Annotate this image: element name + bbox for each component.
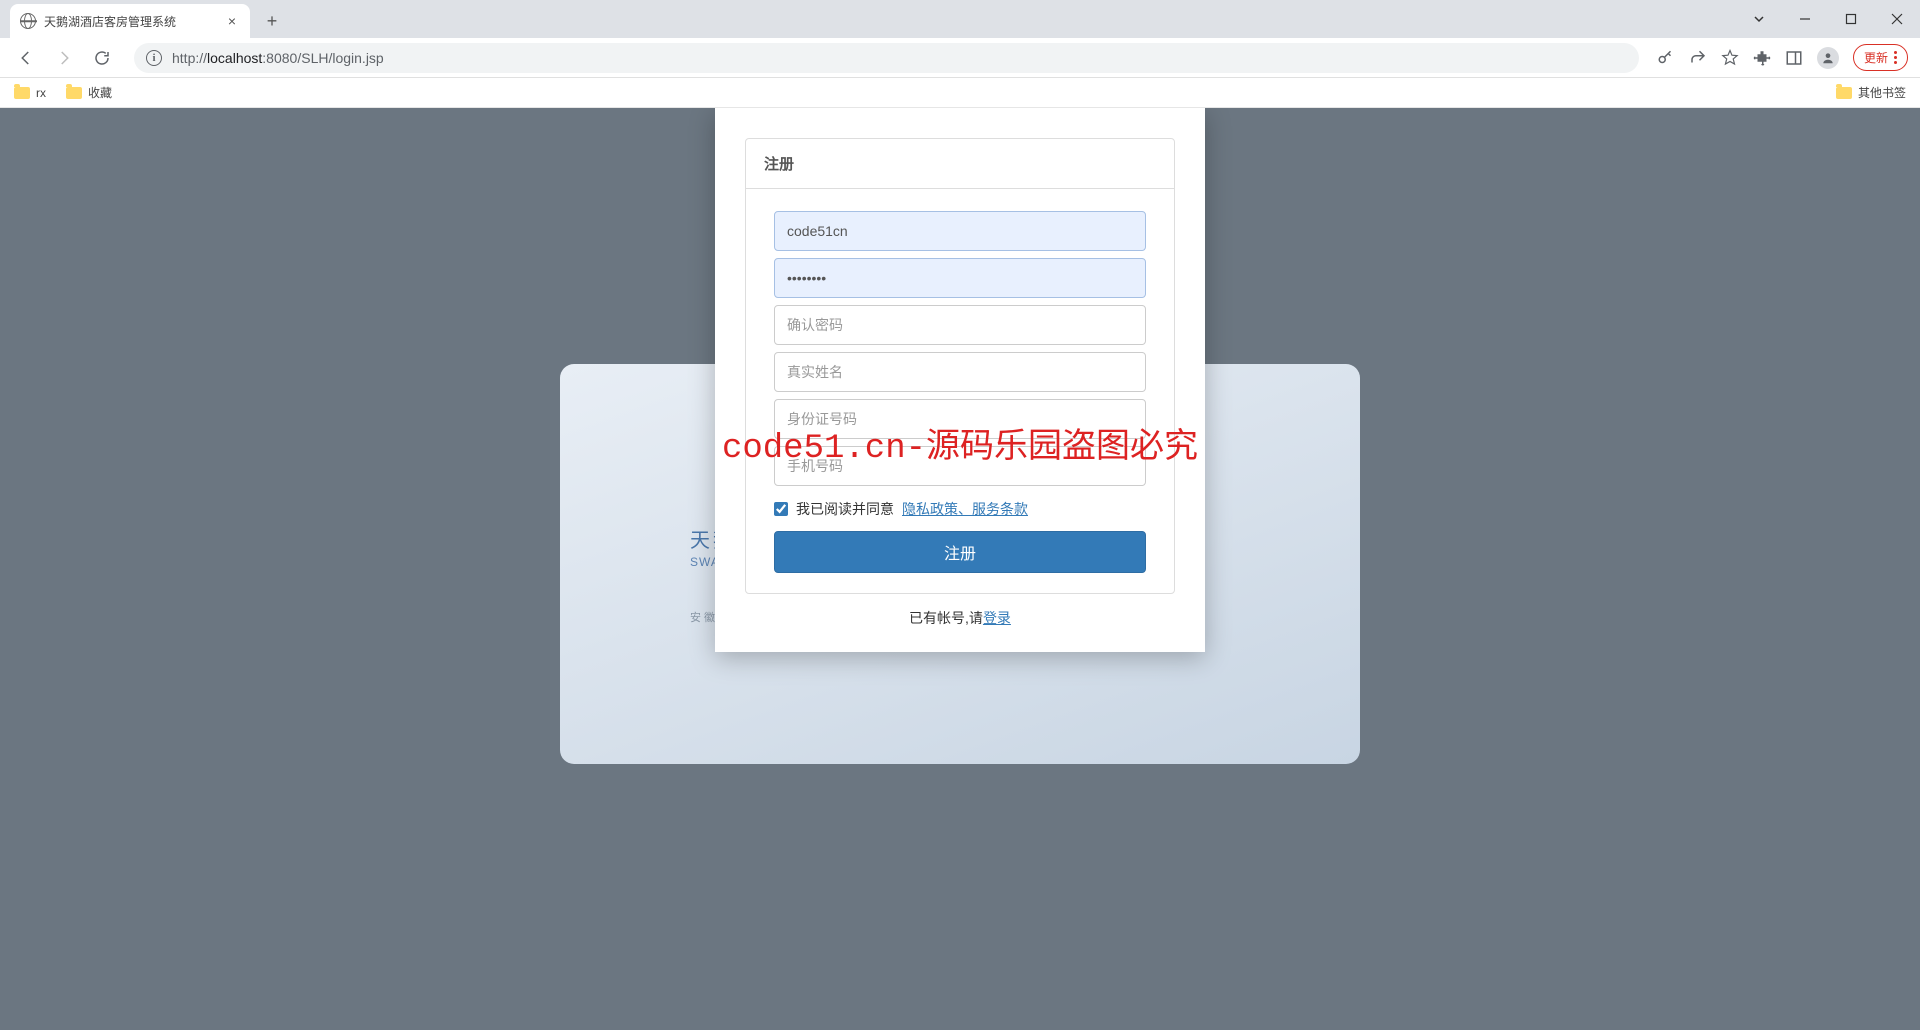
dropdown-icon[interactable]	[1736, 0, 1782, 38]
bookmarks-bar: rx 收藏 其他书签	[0, 78, 1920, 108]
register-panel: 注册 我已阅读并同意 隐私政策、服务条款 注册	[745, 138, 1175, 594]
realname-input[interactable]	[774, 352, 1146, 392]
profile-icon[interactable]	[1817, 47, 1839, 69]
tab-strip: 天鹅湖酒店客房管理系统 × +	[0, 0, 1920, 38]
extensions-icon[interactable]	[1753, 49, 1771, 67]
folder-icon	[14, 87, 30, 99]
agree-checkbox[interactable]	[774, 502, 788, 516]
forward-button[interactable]	[50, 44, 78, 72]
username-input[interactable]	[774, 211, 1146, 251]
page-viewport: 天鹅 SWAN 安 徽 注册 我已阅读并同意 隐私政策、服务条款 注册	[0, 108, 1920, 1030]
bookmark-label: rx	[36, 86, 46, 100]
register-modal: 注册 我已阅读并同意 隐私政策、服务条款 注册 已有帐号,请登录	[715, 108, 1205, 652]
info-icon[interactable]: i	[146, 50, 162, 66]
browser-tab[interactable]: 天鹅湖酒店客房管理系统 ×	[10, 4, 250, 38]
tab-title: 天鹅湖酒店客房管理系统	[44, 13, 216, 30]
minimize-button[interactable]	[1782, 0, 1828, 38]
menu-dots-icon	[1894, 51, 1897, 64]
bookmark-rx[interactable]: rx	[14, 86, 46, 100]
password-input[interactable]	[774, 258, 1146, 298]
phone-input[interactable]	[774, 446, 1146, 486]
folder-icon	[1836, 87, 1852, 99]
toolbar-right: 更新	[1657, 44, 1908, 71]
update-button[interactable]: 更新	[1853, 44, 1908, 71]
panel-body: 我已阅读并同意 隐私政策、服务条款 注册	[746, 189, 1174, 593]
maximize-button[interactable]	[1828, 0, 1874, 38]
other-bookmarks-label: 其他书签	[1858, 84, 1906, 101]
agree-text: 我已阅读并同意	[796, 499, 894, 519]
update-label: 更新	[1864, 49, 1888, 66]
browser-chrome: 天鹅湖酒店客房管理系统 × + i http://localhost:8080/…	[0, 0, 1920, 108]
login-prompt-prefix: 已有帐号,请	[909, 610, 983, 626]
toolbar: i http://localhost:8080/SLH/login.jsp 更新	[0, 38, 1920, 78]
star-icon[interactable]	[1721, 49, 1739, 67]
bookmark-label: 收藏	[88, 84, 112, 101]
window-controls	[1736, 0, 1920, 38]
sidepanel-icon[interactable]	[1785, 49, 1803, 67]
address-bar[interactable]: i http://localhost:8080/SLH/login.jsp	[134, 43, 1639, 73]
url-text: http://localhost:8080/SLH/login.jsp	[172, 50, 384, 66]
other-bookmarks[interactable]: 其他书签	[1836, 84, 1906, 101]
agree-row: 我已阅读并同意 隐私政策、服务条款	[774, 493, 1146, 531]
bookmark-favorites[interactable]: 收藏	[66, 84, 112, 101]
register-button[interactable]: 注册	[774, 531, 1146, 573]
confirm-password-input[interactable]	[774, 305, 1146, 345]
key-icon[interactable]	[1657, 49, 1675, 67]
close-icon[interactable]: ×	[224, 13, 240, 29]
close-window-button[interactable]	[1874, 0, 1920, 38]
panel-header: 注册	[746, 139, 1174, 189]
idcard-input[interactable]	[774, 399, 1146, 439]
globe-icon	[20, 13, 36, 29]
new-tab-button[interactable]: +	[258, 7, 286, 35]
terms-link[interactable]: 隐私政策、服务条款	[902, 499, 1028, 519]
back-button[interactable]	[12, 44, 40, 72]
folder-icon	[66, 87, 82, 99]
share-icon[interactable]	[1689, 49, 1707, 67]
reload-button[interactable]	[88, 44, 116, 72]
login-link[interactable]: 登录	[983, 610, 1011, 626]
login-prompt: 已有帐号,请登录	[745, 594, 1175, 628]
